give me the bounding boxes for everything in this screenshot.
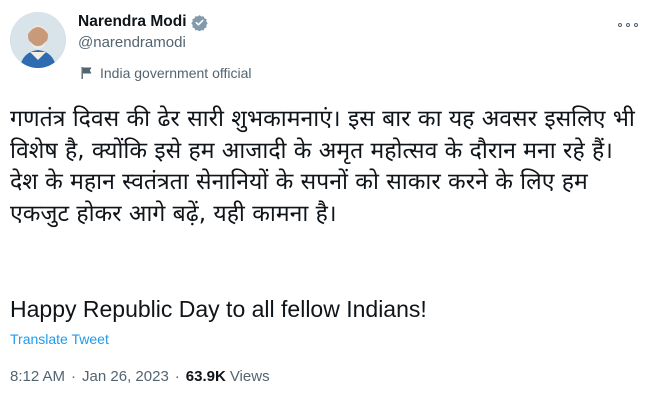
tweet-date[interactable]: Jan 26, 2023 (82, 368, 169, 385)
author-name[interactable]: Narendra Modi (78, 13, 187, 31)
government-label: India government official (80, 65, 252, 81)
author-handle[interactable]: @narendramodi (78, 34, 208, 51)
avatar[interactable] (10, 12, 66, 68)
meta-separator: · (174, 368, 180, 385)
translate-tweet-link[interactable]: Translate Tweet (10, 331, 109, 347)
tweet-text-english: Happy Republic Day to all fellow Indians… (10, 296, 427, 322)
tweet-meta: 8:12 AM · Jan 26, 2023 · 63.9K Views (10, 368, 270, 385)
tweet-text-hindi: गणतंत्र दिवस की ढेर सारी शुभकामनाएं। इस … (10, 106, 635, 227)
flag-icon (80, 66, 94, 80)
views-label: Views (229, 368, 270, 385)
meta-separator: · (71, 368, 77, 385)
views-count[interactable]: 63.9K (186, 368, 226, 385)
verified-badge-icon (190, 14, 208, 31)
author-block: Narendra Modi @narendramodi (78, 13, 208, 51)
tweet-time[interactable]: 8:12 AM (10, 368, 65, 385)
more-options-icon[interactable] (618, 18, 638, 32)
government-label-text: India government official (100, 65, 252, 81)
